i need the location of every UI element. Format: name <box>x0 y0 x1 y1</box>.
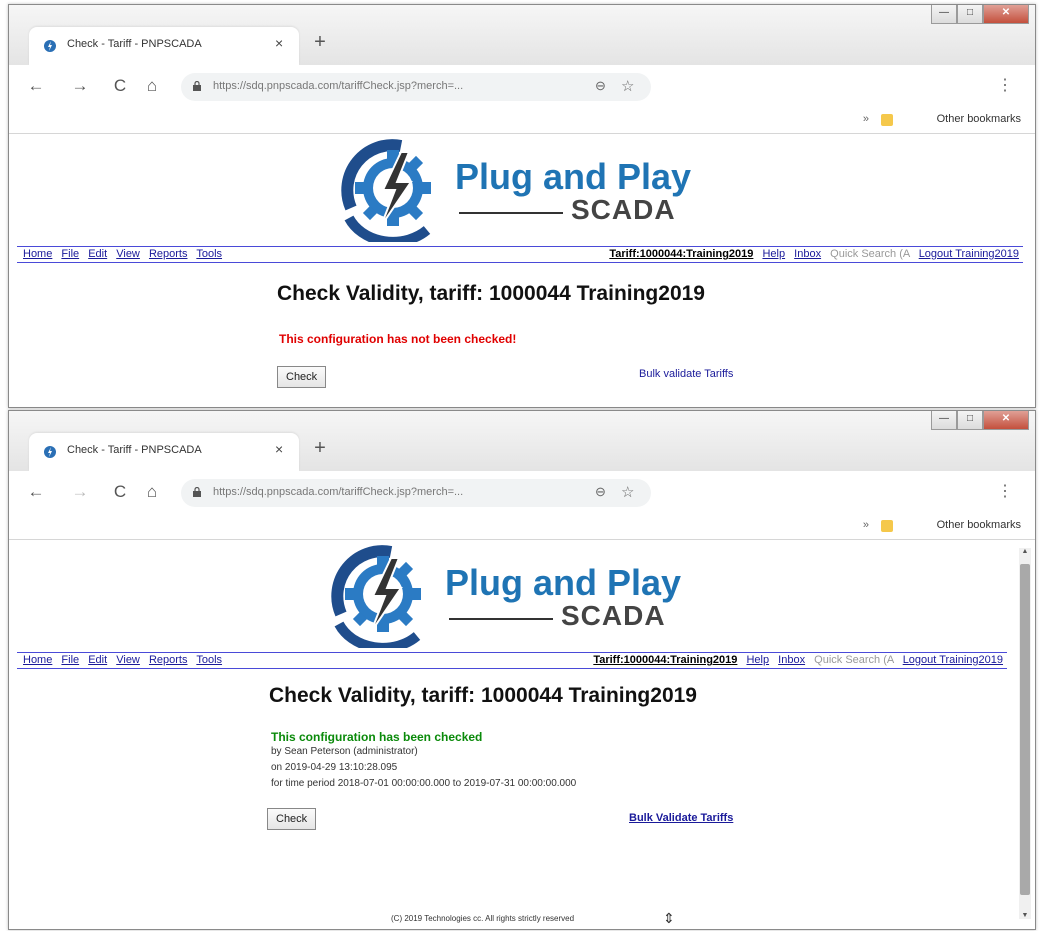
scroll-down-icon[interactable]: ▼ <box>1019 912 1031 919</box>
reload-icon[interactable]: C <box>109 75 131 97</box>
bookmarks-bar: » Other bookmarks <box>9 109 1035 134</box>
browser-tab[interactable]: Check - Tariff - PNPSCADA × <box>29 433 299 471</box>
browser-toolbar: ← → C ⌂ https://sdq.pnpscada.com/tariffC… <box>9 65 1035 109</box>
home-icon[interactable]: ⌂ <box>141 75 163 97</box>
new-tab-button[interactable]: + <box>309 437 331 459</box>
tab-close-icon[interactable]: × <box>275 35 283 51</box>
other-bookmarks[interactable]: Other bookmarks <box>937 519 1021 531</box>
page-content: Plug and Play SCADA Home File Edit View … <box>9 540 1035 929</box>
zoom-icon[interactable]: ⊖ <box>595 78 606 94</box>
browser-toolbar: ← → C ⌂ https://sdq.pnpscada.com/tariffC… <box>9 471 1035 515</box>
forward-icon[interactable]: → <box>69 75 91 97</box>
window-controls: — □ ✕ <box>931 411 1029 431</box>
address-bar[interactable]: https://sdq.pnpscada.com/tariffCheck.jsp… <box>181 73 651 101</box>
back-icon[interactable]: ← <box>25 481 47 503</box>
home-icon[interactable]: ⌂ <box>141 481 163 503</box>
vertical-scrollbar[interactable]: ▲ ▼ <box>1019 548 1031 919</box>
menu-icon[interactable]: ⋮ <box>997 75 1013 95</box>
new-tab-button[interactable]: + <box>309 31 331 53</box>
back-icon[interactable]: ← <box>25 75 47 97</box>
browser-window-top: Check - Tariff - PNPSCADA × + — □ ✕ ← → … <box>8 4 1036 408</box>
folder-icon <box>881 114 893 126</box>
checked-on: on 2019-04-29 13:10:28.095 <box>271 762 398 773</box>
copyright-footer: (C) 2019 Technologies cc. All rights str… <box>391 914 575 923</box>
lock-icon <box>193 81 201 91</box>
bulk-validate-link[interactable]: Bulk validate Tariffs <box>639 368 733 380</box>
bulk-validate-link[interactable]: Bulk Validate Tariffs <box>629 812 733 824</box>
checked-by: by Sean Peterson (administrator) <box>271 746 418 757</box>
other-bookmarks[interactable]: Other bookmarks <box>937 113 1021 125</box>
url-text: https://sdq.pnpscada.com/tariffCheck.jsp… <box>213 80 464 92</box>
forward-icon[interactable]: → <box>69 481 91 503</box>
favicon-icon <box>44 40 56 52</box>
status-message: This configuration has not been checked! <box>279 332 517 346</box>
favicon-icon <box>44 446 56 458</box>
minimize-button[interactable]: — <box>931 411 957 430</box>
menu-icon[interactable]: ⋮ <box>997 481 1013 501</box>
page-title: Check Validity, tariff: 1000044 Training… <box>269 684 697 707</box>
mouse-cursor-icon: ⇕ <box>663 910 675 926</box>
title-bar: Check - Tariff - PNPSCADA × + — □ ✕ <box>9 411 1035 471</box>
tab-title: Check - Tariff - PNPSCADA <box>67 444 202 456</box>
zoom-icon[interactable]: ⊖ <box>595 484 606 500</box>
url-text: https://sdq.pnpscada.com/tariffCheck.jsp… <box>213 486 464 498</box>
check-button[interactable]: Check <box>267 808 317 830</box>
scroll-up-icon[interactable]: ▲ <box>1019 548 1031 555</box>
page-title: Check Validity, tariff: 1000044 Training… <box>277 282 705 305</box>
bookmarks-more-icon[interactable]: » <box>863 113 869 125</box>
check-panel: Check Validity, tariff: 1000044 Training… <box>9 540 1035 929</box>
scrollbar-thumb[interactable] <box>1020 564 1030 895</box>
page-content: Plug and Play SCADA Home File Edit View … <box>9 134 1035 407</box>
title-bar: Check - Tariff - PNPSCADA × + — □ ✕ <box>9 5 1035 65</box>
minimize-button[interactable]: — <box>931 5 957 24</box>
reload-icon[interactable]: C <box>109 481 131 503</box>
check-panel: Check Validity, tariff: 1000044 Training… <box>9 134 1035 407</box>
checked-period: for time period 2018-07-01 00:00:00.000 … <box>271 778 577 789</box>
check-button[interactable]: Check <box>277 366 327 388</box>
tab-close-icon[interactable]: × <box>275 441 283 457</box>
tab-title: Check - Tariff - PNPSCADA <box>67 38 202 50</box>
status-message: This configuration has been checked <box>271 730 483 744</box>
lock-icon <box>193 487 201 497</box>
bookmark-star-icon[interactable]: ☆ <box>621 77 634 95</box>
close-window-button[interactable]: ✕ <box>983 411 1029 430</box>
bookmarks-more-icon[interactable]: » <box>863 519 869 531</box>
folder-icon <box>881 520 893 532</box>
close-window-button[interactable]: ✕ <box>983 5 1029 24</box>
browser-tab[interactable]: Check - Tariff - PNPSCADA × <box>29 27 299 65</box>
window-controls: — □ ✕ <box>931 5 1029 25</box>
browser-window-bottom: Check - Tariff - PNPSCADA × + — □ ✕ ← → … <box>8 410 1036 930</box>
maximize-button[interactable]: □ <box>957 5 983 24</box>
address-bar[interactable]: https://sdq.pnpscada.com/tariffCheck.jsp… <box>181 479 651 507</box>
maximize-button[interactable]: □ <box>957 411 983 430</box>
bookmark-star-icon[interactable]: ☆ <box>621 483 634 501</box>
bookmarks-bar: » Other bookmarks <box>9 515 1035 540</box>
